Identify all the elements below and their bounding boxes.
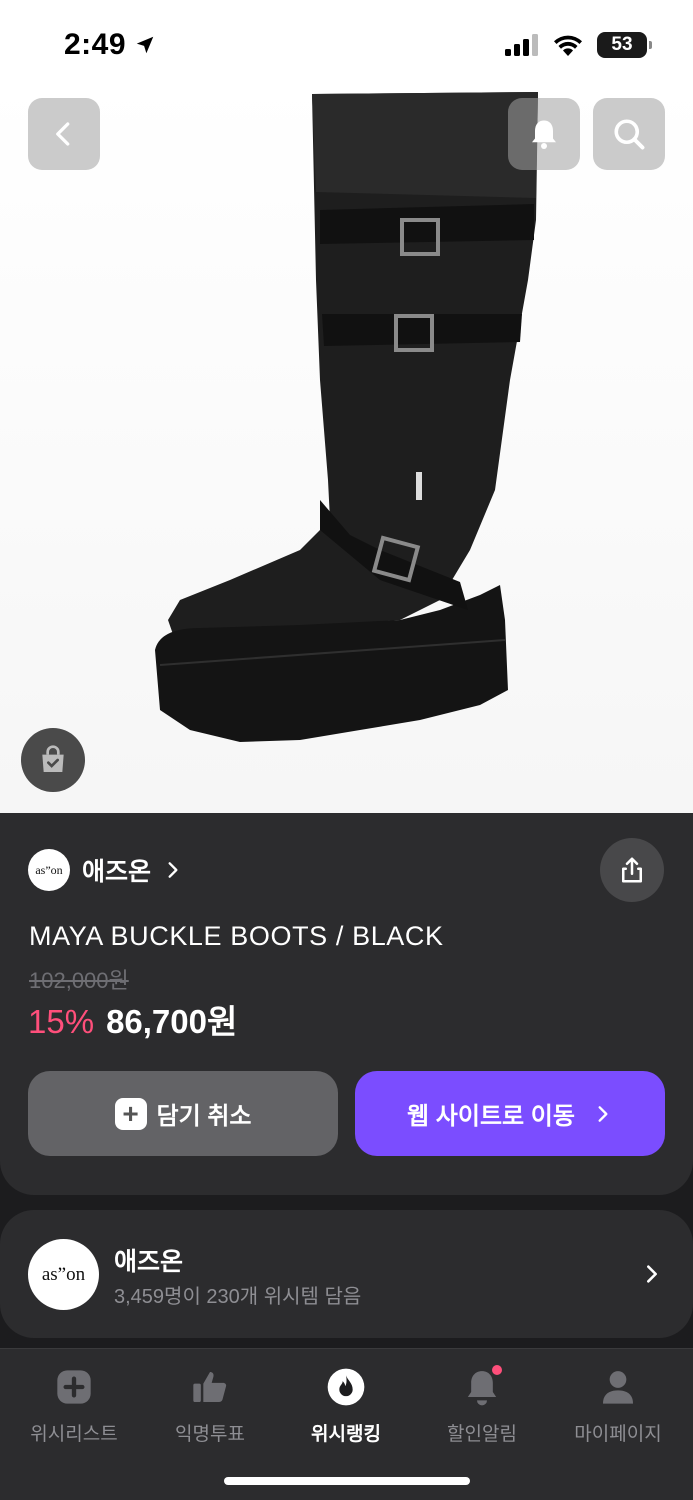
search-icon: [614, 119, 645, 150]
battery-icon: 53: [597, 32, 652, 58]
status-bar: 2:49 53: [0, 0, 693, 80]
cancel-wish-label: 담기 취소: [156, 1103, 252, 1130]
tab-label: 마이페이지: [574, 1424, 662, 1445]
cancel-wish-button[interactable]: + 담기 취소: [28, 1071, 338, 1156]
tab-anonymous-vote[interactable]: 익명투표: [141, 1365, 279, 1446]
product-info-card: as”on 애즈온 MAYA BUCKLE BOOTS / BLACK 102,…: [0, 813, 693, 1195]
go-to-website-label: 웹 사이트로 이동: [407, 1103, 575, 1130]
chevron-right-icon: [168, 862, 178, 878]
brand-link[interactable]: as”on 애즈온: [28, 849, 183, 891]
signal-icon: [505, 34, 538, 56]
tab-label: 할인알림: [447, 1424, 517, 1445]
go-to-website-button[interactable]: 웹 사이트로 이동: [355, 1071, 665, 1156]
plus-icon: +: [114, 1097, 147, 1130]
person-icon: [596, 1365, 640, 1409]
status-time: 2:49: [64, 28, 156, 62]
product-image[interactable]: [0, 80, 693, 813]
share-icon: [622, 857, 642, 883]
thumbs-up-icon: [188, 1365, 232, 1409]
chevron-left-icon: [56, 122, 70, 146]
sale-price: 86,700원: [106, 1003, 238, 1040]
notification-badge: [492, 1365, 502, 1375]
tab-label: 위시리스트: [30, 1424, 118, 1445]
tab-discount-alert[interactable]: 할인알림: [413, 1365, 551, 1446]
bell-icon: [532, 120, 556, 149]
brand-logo: as”on: [28, 849, 70, 891]
shop-stats: 3,459명이 230개 위시템 담음: [114, 1286, 362, 1308]
shopping-bag-button[interactable]: [21, 728, 85, 792]
status-icons: 53: [505, 32, 652, 58]
back-button[interactable]: [28, 98, 100, 170]
shop-name: 애즈온: [114, 1248, 184, 1276]
tab-label: 익명투표: [175, 1424, 245, 1445]
battery-level: 53: [611, 34, 633, 55]
product-title: MAYA BUCKLE BOOTS / BLACK: [29, 921, 444, 951]
home-indicator: [224, 1477, 470, 1485]
search-button[interactable]: [593, 98, 665, 170]
shop-card[interactable]: as”on 애즈온 3,459명이 230개 위시템 담음: [0, 1210, 693, 1338]
wifi-icon: [554, 35, 582, 56]
price-row: 15% 86,700원: [28, 995, 237, 1043]
tab-wish-ranking[interactable]: 위시랭킹: [277, 1365, 415, 1446]
discount-rate: 15%: [28, 1003, 95, 1040]
plus-square-icon: [52, 1365, 96, 1409]
boot-image: [155, 92, 538, 742]
chevron-right-icon: [598, 1105, 608, 1122]
shop-logo: as”on: [28, 1239, 99, 1310]
clock-text: 2:49: [64, 28, 127, 61]
notification-button[interactable]: [508, 98, 580, 170]
shopping-bag-check-icon: [42, 745, 64, 772]
tab-label: 위시랭킹: [311, 1424, 381, 1445]
original-price: 102,000원: [29, 968, 129, 993]
chevron-right-icon: [647, 1265, 657, 1283]
share-button[interactable]: [600, 838, 664, 902]
tab-my-page[interactable]: 마이페이지: [549, 1365, 687, 1446]
bell-icon: [460, 1365, 504, 1409]
tab-wishlist[interactable]: 위시리스트: [5, 1365, 143, 1446]
flame-icon: [324, 1365, 368, 1409]
location-arrow-icon: [136, 36, 154, 54]
brand-name: 애즈온: [82, 858, 152, 886]
